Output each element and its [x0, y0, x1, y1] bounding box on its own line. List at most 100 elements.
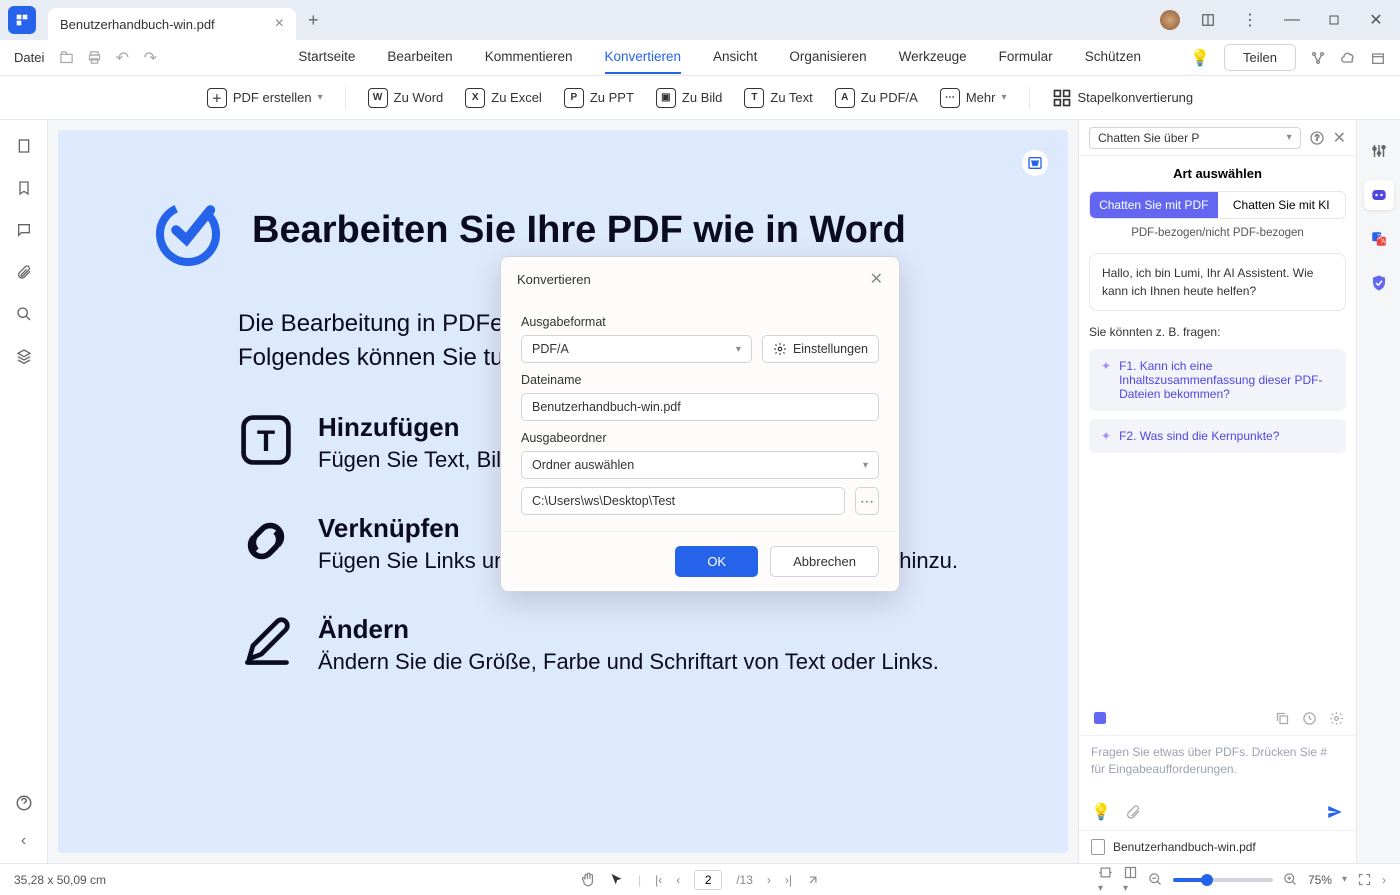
- last-page-icon[interactable]: ›|: [785, 873, 792, 887]
- next-page-icon[interactable]: ›: [767, 873, 771, 887]
- jump-icon[interactable]: [806, 873, 820, 887]
- tool-to-word[interactable]: WZu Word: [368, 88, 444, 108]
- tab-close-icon[interactable]: ×: [275, 15, 284, 33]
- prev-page-icon[interactable]: ‹: [676, 873, 680, 887]
- menu-konvertieren[interactable]: Konvertieren: [605, 41, 682, 74]
- chat-input-placeholder[interactable]: Fragen Sie etwas über PDFs. Drücken Sie …: [1091, 744, 1344, 778]
- history-icon[interactable]: [1302, 711, 1317, 726]
- tool-to-pdfa[interactable]: AZu PDF/A: [835, 88, 918, 108]
- translate-icon[interactable]: 文A: [1364, 224, 1394, 254]
- dialog-close-icon[interactable]: ✕: [870, 269, 883, 289]
- format-select[interactable]: PDF/A▾: [521, 335, 752, 363]
- layers-icon[interactable]: [14, 346, 34, 366]
- check-icon: [148, 190, 228, 270]
- menu-startseite[interactable]: Startseite: [298, 41, 355, 74]
- comment-icon[interactable]: [14, 220, 34, 240]
- cloud-icon[interactable]: [1340, 50, 1356, 66]
- window-layout-icon[interactable]: [1194, 6, 1222, 34]
- fullscreen-icon[interactable]: [1357, 872, 1372, 887]
- zoom-out-icon[interactable]: [1148, 872, 1163, 887]
- app-logo[interactable]: [8, 6, 36, 34]
- redo-icon[interactable]: ↷: [142, 50, 158, 66]
- first-page-icon[interactable]: |‹: [655, 873, 662, 887]
- menu-organisieren[interactable]: Organisieren: [789, 41, 866, 74]
- filename-input[interactable]: Benutzerhandbuch-win.pdf: [521, 393, 879, 421]
- suggestion-item[interactable]: ✦F2. Was sind die Kernpunkte?: [1089, 419, 1346, 453]
- share-button[interactable]: Teilen: [1224, 44, 1296, 71]
- lightbulb-icon[interactable]: 💡: [1190, 48, 1210, 68]
- attachment-icon[interactable]: [14, 262, 34, 282]
- tool-to-text[interactable]: TZu Text: [744, 88, 812, 108]
- zoom-level[interactable]: 75%: [1308, 873, 1332, 887]
- more-icon[interactable]: ⋮: [1236, 6, 1264, 34]
- chat-subtext: PDF-bezogen/nicht PDF-bezogen: [1089, 227, 1346, 239]
- menu-formular[interactable]: Formular: [999, 41, 1053, 74]
- bookmark-icon[interactable]: [14, 178, 34, 198]
- close-panel-icon[interactable]: ✕: [1333, 128, 1346, 148]
- document-tab[interactable]: Benutzerhandbuch-win.pdf ×: [48, 8, 296, 40]
- open-icon[interactable]: [58, 50, 74, 66]
- search-icon[interactable]: [14, 304, 34, 324]
- suggestion-item[interactable]: ✦F1. Kann ich eine Inhaltszusammenfassun…: [1089, 349, 1346, 411]
- pdf-icon: [1091, 839, 1105, 855]
- shield-check-icon[interactable]: [1364, 268, 1394, 298]
- cancel-button[interactable]: Abbrechen: [770, 546, 879, 577]
- notes-icon[interactable]: [1091, 709, 1109, 727]
- menu-items: Startseite Bearbeiten Kommentieren Konve…: [298, 41, 1141, 74]
- zoom-slider[interactable]: [1173, 878, 1273, 882]
- sliders-icon[interactable]: [1364, 136, 1394, 166]
- tool-to-image[interactable]: ▣Zu Bild: [656, 88, 722, 108]
- gear-icon[interactable]: [1329, 711, 1344, 726]
- lightbulb-icon[interactable]: 💡: [1091, 802, 1111, 822]
- ok-button[interactable]: OK: [675, 546, 758, 577]
- menu-schuetzen[interactable]: Schützen: [1085, 41, 1141, 74]
- settings-button[interactable]: Einstellungen: [762, 335, 879, 363]
- folder-path-input[interactable]: C:\Users\ws\Desktop\Test: [521, 487, 845, 515]
- tool-to-ppt[interactable]: PZu PPT: [564, 88, 634, 108]
- menu-kommentieren[interactable]: Kommentieren: [485, 41, 573, 74]
- read-mode-icon[interactable]: ▾: [1123, 865, 1138, 894]
- send-icon[interactable]: [1326, 803, 1344, 821]
- tool-more[interactable]: ⋯Mehr▾: [940, 88, 1007, 108]
- new-tab-button[interactable]: +: [308, 10, 319, 31]
- print-icon[interactable]: [86, 50, 102, 66]
- folder-select[interactable]: Ordner auswählen▾: [521, 451, 879, 479]
- menu-file[interactable]: Datei: [14, 50, 44, 65]
- maximize-icon[interactable]: [1320, 6, 1348, 34]
- chat-greeting: Hallo, ich bin Lumi, Ihr AI Assistent. W…: [1089, 253, 1346, 311]
- tool-create-pdf[interactable]: ＋PDF erstellen▾: [207, 88, 323, 108]
- attach-icon[interactable]: [1125, 804, 1141, 820]
- chat-file-ref[interactable]: Benutzerhandbuch-win.pdf: [1079, 830, 1356, 863]
- chat-tab-pdf[interactable]: Chatten Sie mit PDF: [1090, 192, 1218, 218]
- cursor-tool-icon[interactable]: [609, 872, 624, 887]
- page-input[interactable]: [694, 870, 722, 890]
- close-window-icon[interactable]: ✕: [1362, 6, 1390, 34]
- tool-batch-convert[interactable]: Stapelkonvertierung: [1052, 88, 1194, 108]
- menu-ansicht[interactable]: Ansicht: [713, 41, 757, 74]
- collapse-right-icon[interactable]: ›: [1382, 873, 1386, 887]
- thumbnail-icon[interactable]: [14, 136, 34, 156]
- help-icon[interactable]: [14, 793, 34, 813]
- chat-selector[interactable]: Chatten Sie über P▾: [1089, 127, 1301, 149]
- graph-icon[interactable]: [1310, 50, 1326, 66]
- chat-tab-ai[interactable]: Chatten Sie mit KI: [1218, 192, 1346, 218]
- dialog-title: Konvertieren: [517, 272, 591, 287]
- box-icon[interactable]: [1370, 50, 1386, 66]
- undo-icon[interactable]: ↶: [114, 50, 130, 66]
- user-avatar[interactable]: [1160, 10, 1180, 30]
- copy-icon[interactable]: [1275, 711, 1290, 726]
- fit-width-icon[interactable]: ▾: [1098, 865, 1113, 894]
- menu-werkzeuge[interactable]: Werkzeuge: [899, 41, 967, 74]
- tool-to-excel[interactable]: XZu Excel: [465, 88, 542, 108]
- menu-bearbeiten[interactable]: Bearbeiten: [387, 41, 452, 74]
- statusbar: 35,28 x 50,09 cm | |‹ ‹ /13 › ›| ▾ ▾ 75%…: [0, 863, 1400, 895]
- word-overlay-icon[interactable]: W: [1022, 150, 1048, 176]
- collapse-icon[interactable]: ‹: [14, 831, 34, 851]
- hand-tool-icon[interactable]: [580, 872, 595, 887]
- browse-button[interactable]: ⋯: [855, 487, 879, 515]
- minimize-icon[interactable]: —: [1278, 6, 1306, 34]
- pen-icon: [238, 614, 294, 670]
- zoom-in-icon[interactable]: [1283, 872, 1298, 887]
- help-icon[interactable]: ?: [1309, 130, 1325, 146]
- ai-chat-icon[interactable]: [1364, 180, 1394, 210]
